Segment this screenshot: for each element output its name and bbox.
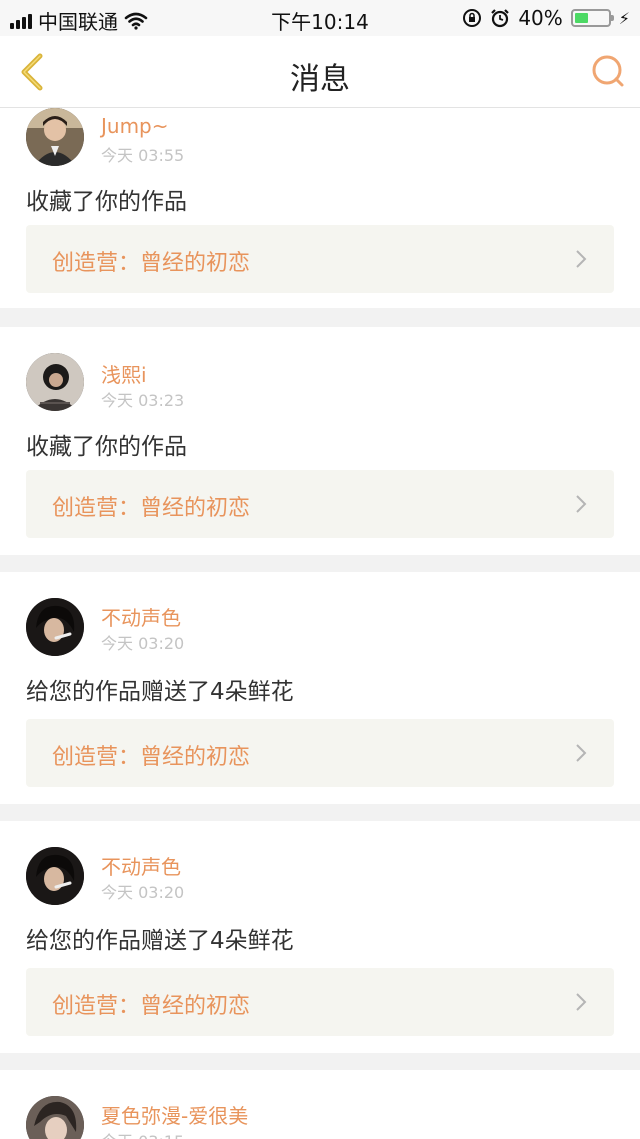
chevron-right-icon [576, 495, 587, 513]
message-card: 不动声色 今天 03:20 给您的作品赠送了4朵鲜花 创造营：曾经的初恋 [0, 821, 640, 1053]
timestamp: 今天 03:55 [101, 146, 185, 165]
search-button[interactable] [588, 52, 628, 92]
work-title: 创造营：曾经的初恋 [52, 745, 251, 770]
battery-fill [574, 13, 588, 23]
timestamp: 今天 03:20 [101, 883, 185, 902]
username[interactable]: 不动声色 [101, 851, 181, 880]
username[interactable]: 夏色弥漫-爱很美 [101, 1100, 248, 1129]
chevron-right-icon [576, 993, 587, 1011]
work-link[interactable]: 创造营：曾经的初恋 [26, 719, 614, 787]
work-title: 创造营：曾经的初恋 [52, 994, 251, 1019]
status-bar: 中国联通 下午10:14 40% ⚡ [0, 0, 640, 36]
timestamp: 今天 03:20 [101, 634, 185, 653]
message-text: 给您的作品赠送了4朵鲜花 [26, 679, 294, 705]
chevron-right-icon [576, 250, 587, 268]
message-list[interactable]: Jump~ 今天 03:55 收藏了你的作品 创造营：曾经的初恋 浅熙i 今天 … [0, 108, 640, 1139]
battery-icon [570, 9, 614, 27]
page-title: 消息 [290, 62, 350, 97]
avatar[interactable] [26, 108, 84, 166]
battery-percent: 40% [518, 6, 563, 30]
username[interactable]: Jump~ [101, 114, 169, 138]
work-title: 创造营：曾经的初恋 [52, 251, 251, 276]
alarm-icon [491, 9, 510, 28]
timestamp: 今天 03:15 [101, 1128, 184, 1139]
username[interactable]: 不动声色 [101, 602, 181, 631]
work-link[interactable]: 创造营：曾经的初恋 [26, 470, 614, 538]
orientation-lock-icon [463, 9, 482, 27]
message-text: 给您的作品赠送了4朵鲜花 [26, 928, 294, 954]
work-link[interactable]: 创造营：曾经的初恋 [26, 968, 614, 1036]
status-right: 40% ⚡ [462, 6, 630, 30]
avatar[interactable] [26, 353, 84, 411]
message-card: 浅熙i 今天 03:23 收藏了你的作品 创造营：曾经的初恋 [0, 327, 640, 555]
search-icon [592, 55, 624, 87]
message-card: Jump~ 今天 03:55 收藏了你的作品 创造营：曾经的初恋 [0, 108, 640, 308]
message-text: 收藏了你的作品 [26, 434, 187, 460]
work-link[interactable]: 创造营：曾经的初恋 [26, 225, 614, 293]
chevron-right-icon [576, 744, 587, 762]
message-text: 收藏了你的作品 [26, 189, 187, 215]
avatar[interactable] [26, 598, 84, 656]
timestamp: 今天 03:23 [101, 391, 185, 410]
work-title: 创造营：曾经的初恋 [52, 496, 251, 521]
username[interactable]: 浅熙i [101, 359, 147, 388]
message-card: 夏色弥漫-爱很美 今天 03:15 [0, 1070, 640, 1139]
nav-bar: 消息 [0, 36, 640, 108]
avatar[interactable] [26, 847, 84, 905]
charging-bolt-icon: ⚡ [618, 8, 630, 28]
message-card: 不动声色 今天 03:20 给您的作品赠送了4朵鲜花 创造营：曾经的初恋 [0, 572, 640, 804]
avatar[interactable] [26, 1096, 84, 1139]
